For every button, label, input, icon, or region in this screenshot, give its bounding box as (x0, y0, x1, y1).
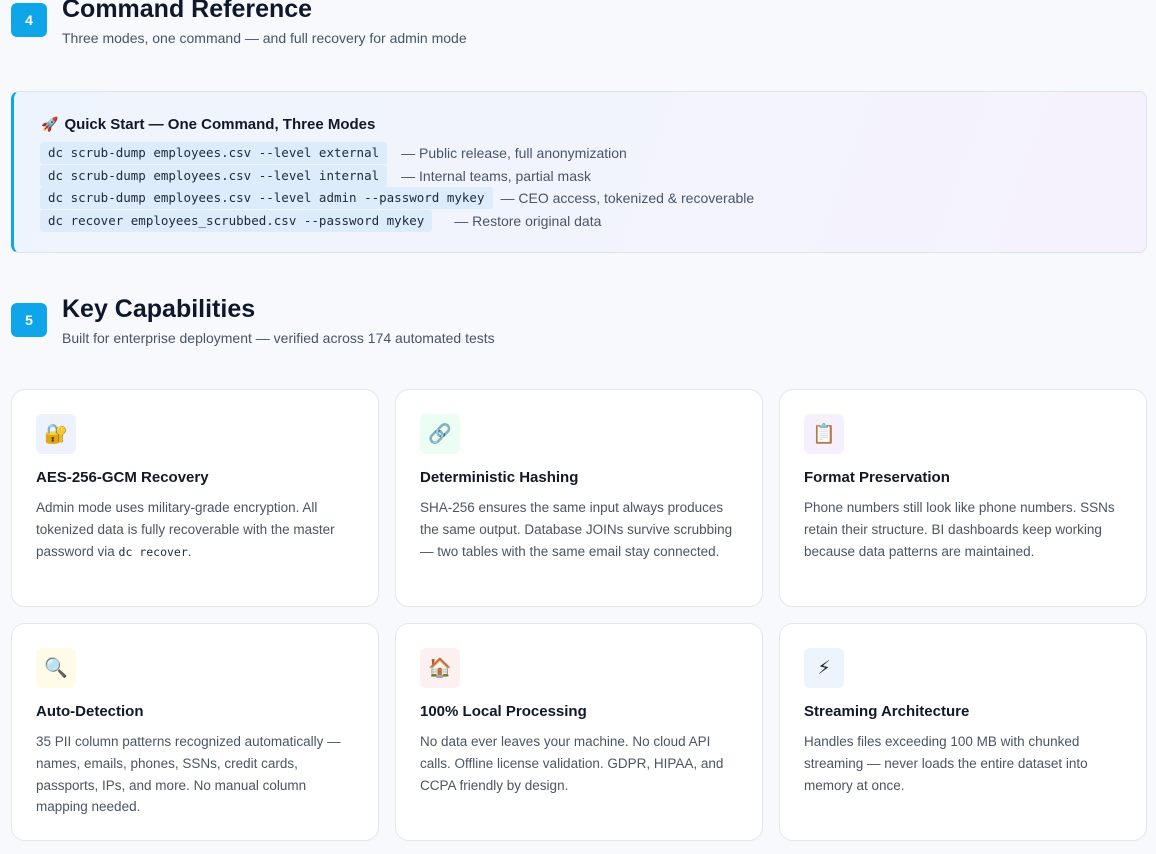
lightning-icon: ⚡ (804, 648, 844, 688)
section-subtitle: Three modes, one command — and full reco… (62, 30, 467, 46)
card-description: SHA-256 ensures the same input always pr… (420, 500, 733, 559)
quick-start-panel: 🚀 Quick Start — One Command, Three Modes… (11, 91, 1147, 253)
house-icon: 🏠 (420, 648, 460, 688)
command-description: — Restore original data (454, 213, 602, 229)
command-description: — Internal teams, partial mask (401, 168, 591, 184)
card-description: Admin mode uses military-grade encryptio… (36, 500, 335, 559)
card-title: AES-256-GCM Recovery (36, 469, 209, 486)
magnifier-icon: 🔍 (36, 648, 76, 688)
step-badge: 4 (11, 3, 47, 37)
card-description: No data ever leaves your machine. No clo… (420, 734, 724, 793)
command-description: — Public release, full anonymization (401, 145, 627, 161)
quick-start-title-text: Quick Start — One Command, Three Modes (64, 116, 376, 133)
card-title: Format Preservation (804, 469, 950, 486)
card-description: 35 PII column patterns recognized automa… (36, 734, 341, 815)
inline-code: dc recover (118, 544, 188, 559)
command-code[interactable]: dc scrub-dump employees.csv --level inte… (40, 165, 388, 187)
command-description: — CEO access, tokenized & recoverable (500, 190, 755, 206)
command-code[interactable]: dc scrub-dump employees.csv --level admi… (40, 187, 493, 209)
card-description: Handles files exceeding 100 MB with chun… (804, 734, 1088, 793)
link-icon: 🔗 (420, 414, 460, 454)
card-title: Deterministic Hashing (420, 469, 579, 486)
capability-card: 📋 Format Preservation Phone numbers stil… (779, 389, 1147, 607)
command-code[interactable]: dc scrub-dump employees.csv --level exte… (40, 142, 388, 164)
section-title: Command Reference (62, 0, 313, 23)
command-row: dc recover employees_scrubbed.csv --pass… (40, 210, 601, 232)
command-row: dc scrub-dump employees.csv --level inte… (40, 165, 591, 187)
capability-card: 🔐 AES-256-GCM Recovery Admin mode uses m… (11, 389, 379, 607)
command-code[interactable]: dc recover employees_scrubbed.csv --pass… (40, 210, 433, 232)
lock-icon: 🔐 (36, 414, 76, 454)
command-row: dc scrub-dump employees.csv --level admi… (40, 187, 754, 209)
rocket-icon: 🚀 (41, 116, 59, 132)
capability-card: 🔗 Deterministic Hashing SHA-256 ensures … (395, 389, 763, 607)
capability-card: 🏠 100% Local Processing No data ever lea… (395, 623, 763, 841)
clipboard-icon: 📋 (804, 414, 844, 454)
step-badge: 5 (11, 303, 47, 337)
command-row: dc scrub-dump employees.csv --level exte… (40, 142, 627, 164)
section-title: Key Capabilities (62, 295, 256, 323)
card-description: Phone numbers still look like phone numb… (804, 500, 1115, 559)
capability-card: ⚡ Streaming Architecture Handles files e… (779, 623, 1147, 841)
quick-start-title: 🚀 Quick Start — One Command, Three Modes (41, 116, 375, 133)
card-title: 100% Local Processing (420, 703, 587, 720)
capability-card: 🔍 Auto-Detection 35 PII column patterns … (11, 623, 379, 841)
section-subtitle: Built for enterprise deployment — verifi… (62, 330, 495, 346)
card-title: Streaming Architecture (804, 703, 970, 720)
card-title: Auto-Detection (36, 703, 144, 720)
